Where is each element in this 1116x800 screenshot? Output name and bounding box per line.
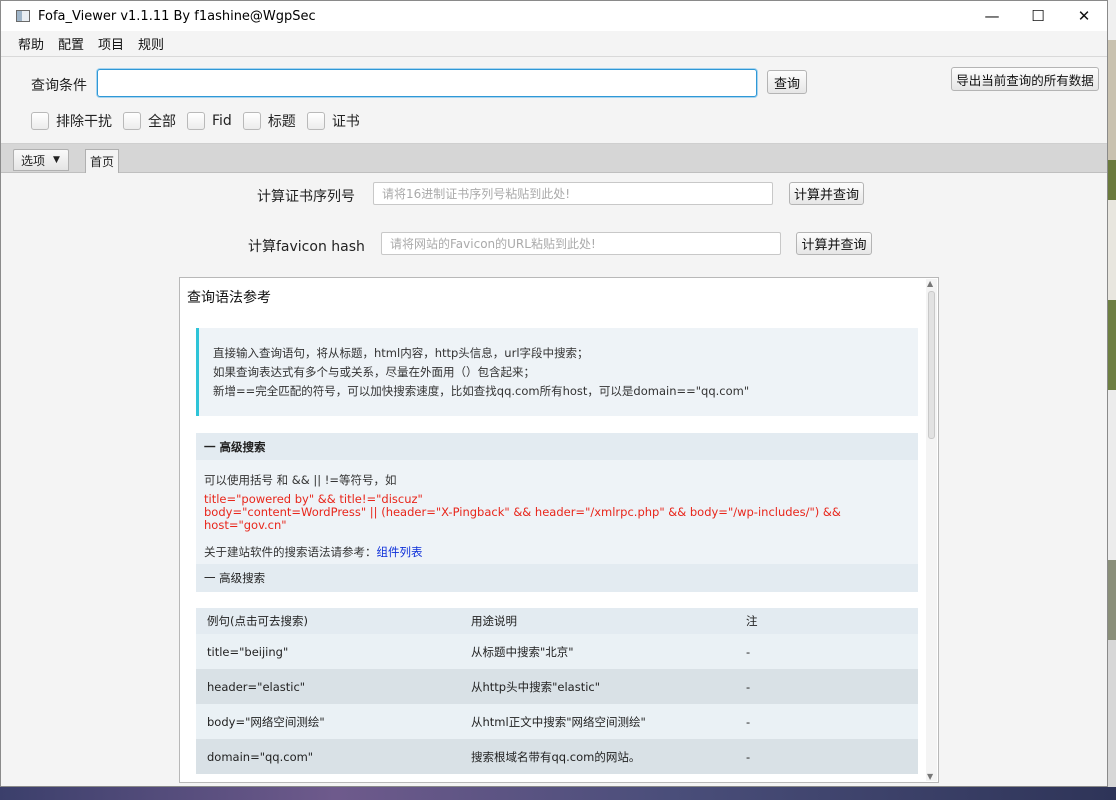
options-label: 选项 bbox=[21, 153, 46, 168]
favicon-url-input[interactable]: 请将网站的Favicon的URL粘贴到此处! bbox=[381, 232, 781, 255]
options-dropdown[interactable]: 选项 ▼ bbox=[13, 149, 69, 171]
fid-checkbox[interactable] bbox=[187, 112, 205, 130]
exclude-noise-checkbox[interactable] bbox=[31, 112, 49, 130]
table-row[interactable]: title="beijing" 从标题中搜索"北京" - bbox=[196, 634, 918, 669]
scroll-up-icon[interactable]: ▲ bbox=[927, 279, 933, 288]
menu-help[interactable]: 帮助 bbox=[11, 34, 51, 53]
reference-title: 查询语法参考 bbox=[187, 290, 271, 306]
all-label: 全部 bbox=[148, 114, 176, 130]
desktop-background-bottom bbox=[0, 787, 1116, 800]
app-window: Fofa_Viewer v1.1.11 By f1ashine@WgpSec —… bbox=[0, 0, 1108, 787]
query-label: 查询条件 bbox=[31, 78, 87, 94]
tab-home[interactable]: 首页 bbox=[85, 149, 119, 173]
table-header: 用途说明 bbox=[471, 614, 517, 628]
table-row[interactable]: domain="qq.com" 搜索根域名带有qq.com的网站。 - bbox=[196, 739, 918, 774]
tip-line: 如果查询表达式有多个与或关系，尽量在外面用（）包含起来； bbox=[213, 365, 535, 379]
table-header: 注 bbox=[746, 614, 758, 628]
note: - bbox=[746, 644, 751, 659]
advanced-search-body: 可以使用括号 和 && || !=等符号，如 title="powered by… bbox=[196, 460, 918, 564]
table-header: 例句(点击可去搜索) bbox=[207, 614, 308, 628]
usage-description: 从http头中搜索"elastic" bbox=[471, 679, 601, 694]
query-toolbar: 查询条件 查询 导出当前查询的所有数据 排除干扰 全部 Fid 标题 证书 bbox=[1, 57, 1107, 144]
note: - bbox=[746, 749, 751, 764]
favicon-calc-button[interactable]: 计算并查询 bbox=[796, 232, 872, 255]
desktop-background-right bbox=[1108, 0, 1116, 800]
filter-checkboxes: 排除干扰 全部 Fid 标题 证书 bbox=[31, 111, 371, 131]
scrollbar-thumb[interactable] bbox=[928, 291, 935, 439]
window-title: Fofa_Viewer v1.1.11 By f1ashine@WgpSec bbox=[38, 8, 316, 24]
tip-line: 新增==完全匹配的符号，可以加快搜索速度，比如查找qq.com所有host，可以… bbox=[213, 384, 750, 398]
usage-description: 搜索根域名带有qq.com的网站。 bbox=[471, 749, 641, 764]
usage-description: 从html正文中搜索"网络空间测绘" bbox=[471, 714, 646, 729]
scroll-down-icon[interactable]: ▼ bbox=[927, 772, 933, 781]
title-checkbox[interactable] bbox=[242, 112, 261, 130]
window-controls: — ☐ ✕ bbox=[969, 1, 1107, 31]
minimize-button[interactable]: — bbox=[969, 1, 1015, 31]
tab-bar: 选项 ▼ 首页 bbox=[1, 144, 1107, 173]
exclude-noise-label: 排除干扰 bbox=[56, 114, 112, 130]
all-checkbox[interactable] bbox=[123, 112, 141, 130]
menu-bar: 帮助 配置 项目 规则 bbox=[1, 31, 1107, 57]
cert-checkbox[interactable] bbox=[306, 112, 325, 130]
cert-serial-input[interactable]: 请将16进制证书序列号粘贴到此处! bbox=[373, 182, 773, 205]
example-line: body="content=WordPress" || (header="X-P… bbox=[204, 505, 841, 532]
app-icon bbox=[16, 10, 30, 22]
example-query[interactable]: body="网络空间测绘" bbox=[196, 714, 471, 730]
cert-label: 证书 bbox=[331, 114, 360, 130]
example-query[interactable]: domain="qq.com" bbox=[196, 750, 471, 764]
fid-label: Fid bbox=[212, 113, 232, 129]
title-label: 标题 bbox=[267, 114, 296, 130]
component-list-link[interactable]: 组件列表 bbox=[377, 545, 423, 559]
title-bar[interactable]: Fofa_Viewer v1.1.11 By f1ashine@WgpSec —… bbox=[1, 1, 1107, 31]
example-query[interactable]: header="elastic" bbox=[196, 680, 471, 694]
search-button[interactable]: 查询 bbox=[767, 70, 807, 94]
syntax-reference-panel[interactable]: 查询语法参考 直接输入查询语句，将从标题，html内容，http头信息，url字… bbox=[179, 277, 939, 783]
menu-config[interactable]: 配置 bbox=[51, 34, 91, 53]
advanced-search-header: 一 高级搜索 bbox=[196, 433, 918, 461]
table-header-row: 例句(点击可去搜索) 用途说明 注 bbox=[196, 608, 918, 634]
menu-rules[interactable]: 规则 bbox=[131, 34, 171, 53]
example-query[interactable]: title="beijing" bbox=[196, 645, 471, 659]
query-input[interactable] bbox=[97, 69, 757, 97]
note: - bbox=[746, 679, 751, 694]
advanced-intro: 可以使用括号 和 && || !=等符号，如 bbox=[204, 473, 397, 487]
menu-project[interactable]: 项目 bbox=[91, 34, 131, 53]
close-button[interactable]: ✕ bbox=[1061, 1, 1107, 31]
maximize-button[interactable]: ☐ bbox=[1015, 1, 1061, 31]
cert-serial-label: 计算证书序列号 bbox=[257, 189, 355, 205]
tips-box: 直接输入查询语句，将从标题，html内容，http头信息，url字段中搜索； 如… bbox=[196, 328, 918, 416]
usage-description: 从标题中搜索"北京" bbox=[471, 644, 574, 659]
reference-scrollbar[interactable]: ▲ ▼ bbox=[926, 279, 937, 781]
tip-line: 直接输入查询语句，将从标题，html内容，http头信息，url字段中搜索； bbox=[213, 346, 589, 360]
component-ref-prefix: 关于建站软件的搜索语法请参考： bbox=[204, 545, 377, 559]
favicon-hash-label: 计算favicon hash bbox=[248, 239, 365, 255]
table-row[interactable]: body="网络空间测绘" 从html正文中搜索"网络空间测绘" - bbox=[196, 704, 918, 739]
export-all-button[interactable]: 导出当前查询的所有数据 bbox=[951, 67, 1099, 91]
component-ref-line: 关于建站软件的搜索语法请参考：组件列表 bbox=[204, 546, 918, 559]
chevron-down-icon: ▼ bbox=[53, 155, 60, 165]
note: - bbox=[746, 714, 751, 729]
cert-calc-button[interactable]: 计算并查询 bbox=[789, 182, 864, 205]
syntax-table: 例句(点击可去搜索) 用途说明 注 title="beijing" 从标题中搜索… bbox=[196, 608, 918, 774]
table-row[interactable]: header="elastic" 从http头中搜索"elastic" - bbox=[196, 669, 918, 704]
advanced-search-header-2: 一 高级搜索 bbox=[196, 564, 918, 592]
